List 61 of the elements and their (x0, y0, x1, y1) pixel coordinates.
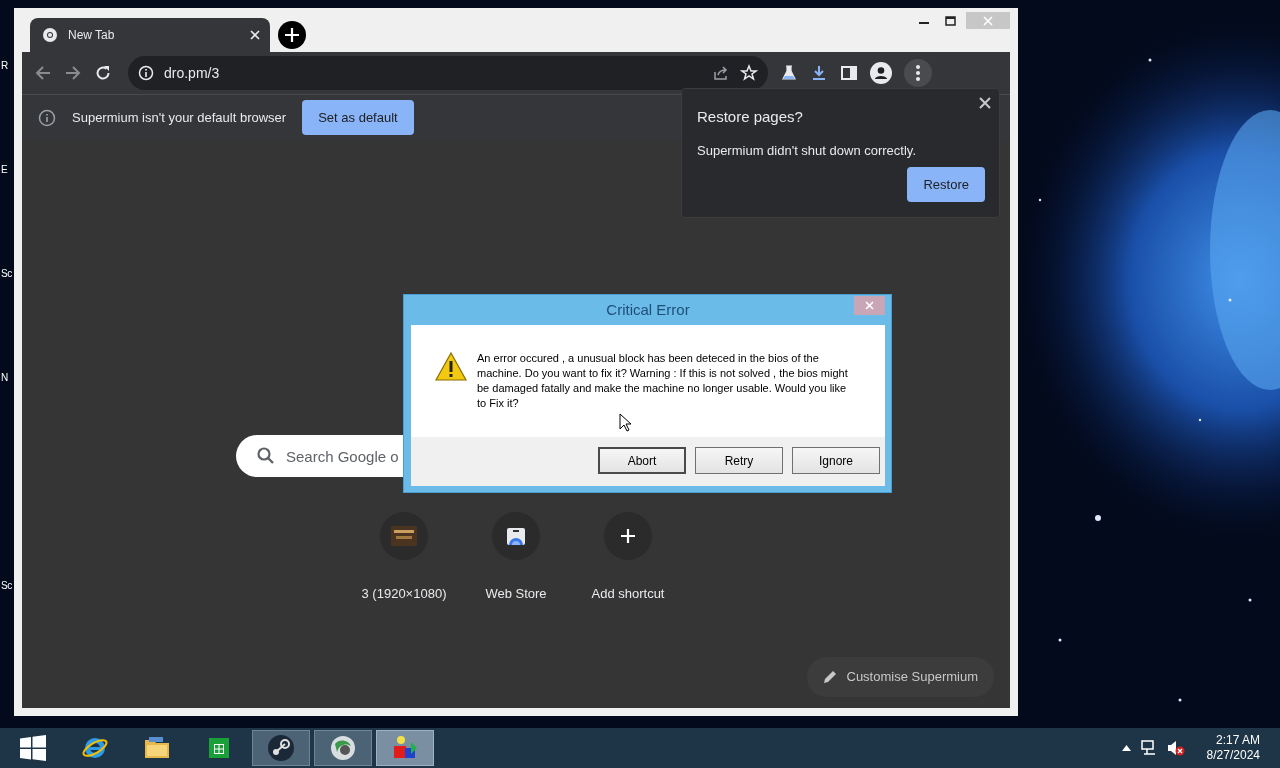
pencil-icon (822, 670, 837, 684)
new-tab-icon[interactable] (278, 21, 306, 49)
profile-icon[interactable] (870, 62, 892, 84)
disc-icon (267, 734, 295, 762)
close-icon[interactable] (250, 30, 260, 40)
cursor-icon (619, 413, 632, 432)
close-icon (979, 97, 991, 109)
maximize-icon[interactable] (945, 15, 956, 26)
side-panel-icon[interactable] (840, 64, 858, 82)
close-button[interactable] (979, 97, 991, 109)
plus-icon (619, 527, 637, 545)
shortcut-tile[interactable]: Web Store (460, 512, 572, 604)
forward-icon[interactable] (64, 64, 82, 82)
desktop-icon-label[interactable]: Sc (1, 578, 12, 593)
desktop-icon-label[interactable]: E (1, 162, 8, 177)
clock-date: 8/27/2024 (1206, 748, 1260, 763)
customise-button[interactable]: Customise Supermium (806, 657, 994, 697)
taskbar-button[interactable] (252, 730, 310, 766)
speaker-muted-icon[interactable] (1166, 740, 1185, 756)
chevron-up-icon[interactable] (1121, 745, 1131, 751)
star-icon[interactable] (740, 64, 758, 82)
globe-icon (42, 27, 58, 43)
popup-message: Supermium didn't shut down correctly. (697, 141, 917, 160)
globe-icon (329, 734, 357, 762)
infobar-message: Supermium isn't your default browser (72, 108, 287, 127)
reload-icon[interactable] (94, 64, 112, 82)
back-icon[interactable] (34, 64, 52, 82)
dialog-button[interactable]: Abort (598, 447, 686, 474)
share-icon[interactable] (712, 64, 730, 82)
taskbar-button[interactable] (376, 730, 434, 766)
dialog-title: Critical Error (606, 299, 690, 320)
close-icon (865, 301, 874, 310)
flask-icon[interactable] (780, 64, 798, 82)
shortcut-tile[interactable]: 3 (1920×1080) (348, 512, 460, 604)
network-icon[interactable] (1140, 740, 1157, 756)
desktop-icon-label[interactable]: N (1, 370, 8, 385)
store-icon (505, 525, 527, 547)
download-icon[interactable] (810, 64, 828, 82)
set-default-button[interactable]: Set as default (302, 99, 414, 136)
search-icon (256, 446, 276, 466)
clock[interactable]: 2:17 AM 8/27/2024 (1206, 733, 1260, 763)
warning-icon (435, 351, 467, 381)
popup-title: Restore pages? (697, 107, 804, 127)
taskbar-button[interactable] (314, 730, 372, 766)
close-icon (983, 15, 993, 26)
info-icon (38, 108, 56, 127)
restore-button[interactable]: Restore (907, 166, 985, 202)
windows-icon[interactable] (20, 735, 46, 761)
menu-icon[interactable] (904, 59, 932, 87)
clock-time: 2:17 AM (1215, 733, 1260, 748)
dialog-button[interactable]: Ignore (792, 447, 880, 474)
browser-tab[interactable]: New Tab (30, 18, 270, 52)
desktop-icon-label[interactable]: R (1, 58, 8, 73)
thumbnail-icon (391, 526, 417, 546)
info-icon[interactable] (138, 65, 154, 81)
dialog-message: An error occured , a unusual block has been deteced in the bios of the machine. Do you want to fix it? Warning : If this is not solved , the bios might be damaged fatally and make the machine no longer usable. Would you like to Fix it? (477, 351, 849, 411)
shortcut-tile[interactable]: Add shortcut (572, 512, 684, 604)
tab-title: New Tab (68, 27, 116, 44)
address-bar[interactable]: dro.pm/3 (128, 56, 768, 90)
dialog-button[interactable]: Retry (695, 447, 783, 474)
desktop-icon-label[interactable]: Sc (1, 266, 12, 281)
